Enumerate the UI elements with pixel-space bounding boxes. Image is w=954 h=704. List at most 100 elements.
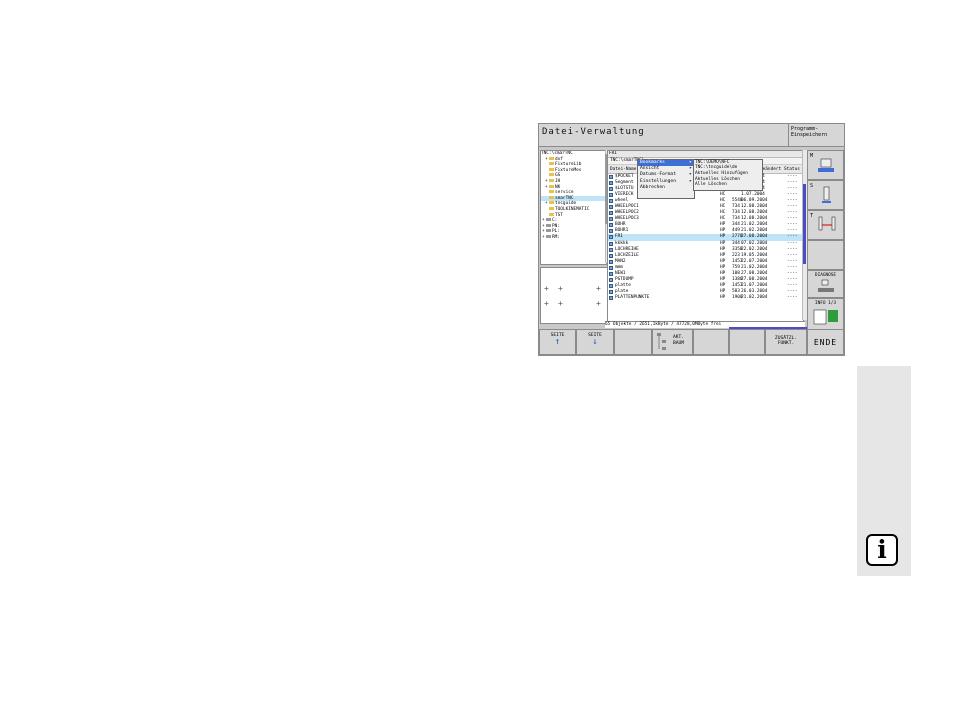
bookmark-item[interactable]: Alle Löschen [694,182,762,187]
folder-icon [549,173,554,177]
directory-tree[interactable]: TNC:\smarTNC + dxf FixtureLib FixtureMes GS +… [540,150,607,265]
side-key-m[interactable]: M [807,150,844,180]
file-type: HC [720,192,726,198]
file-type: HP [720,222,726,228]
file-size: 223 [732,252,740,258]
file-status: ---- [787,288,798,294]
context-menu-label: Bookmarks [640,160,665,165]
folder-icon [549,201,554,205]
folder-icon [549,190,554,194]
side-key-s[interactable]: S [807,180,844,210]
file-type: HP [720,234,726,240]
file-type: HP [720,228,726,234]
side-key-s-label: S [810,183,814,189]
side-key-t-label: T [810,213,814,219]
file-icon [609,289,613,294]
plus-icon: + [596,284,601,293]
tree-item-label: service [555,190,574,196]
tree-softkey[interactable]: AKT. BAUM [652,329,693,355]
folder-icon [549,195,554,199]
file-date: 12.08.2004 [741,216,768,222]
plus-icon: + [544,299,549,308]
file-icon [609,235,613,240]
tree-item[interactable]: + RM: [541,234,606,241]
softkey-empty-2[interactable] [693,329,729,355]
page-down-softkey[interactable]: SEITE ↓ [576,329,614,355]
file-type: HC [720,198,726,204]
file-icon [609,181,613,186]
context-menu-label: Datums-Format [640,172,676,178]
machine-icon [818,158,834,172]
file-size: 344 [732,240,740,246]
tree-item-label: JH [555,178,561,184]
spindle-icon [822,186,831,203]
file-name: WHEELPOC2 [615,210,639,216]
tree-item-label: PN: [552,223,560,229]
file-status: ---- [787,228,798,234]
file-icon [609,259,613,264]
bookmark-item[interactable]: TNC:\tncguide\de [694,165,762,170]
extra-label-2: FUNKT. [777,341,795,346]
file-icon [609,175,613,179]
file-date: 06.09.2004 [741,198,768,204]
mode-indicator: Programm- Einspeichern [788,124,844,147]
file-status: ---- [787,246,798,252]
file-name: VIERECK [615,192,634,198]
side-key-t[interactable]: T [807,210,844,240]
file-status: ---- [787,204,798,210]
file-date: 27.08.2004 [741,276,768,282]
file-icon [609,265,613,270]
side-key-empty[interactable] [807,240,844,270]
file-date: 22.07.2004 [741,258,768,264]
file-type: HC [720,216,726,222]
file-size: 734 [732,216,740,222]
extra-functions-softkey[interactable]: ZUSÄTZL. FUNKT. [765,329,807,355]
file-icon [609,253,613,258]
col-status[interactable]: Status [784,167,800,172]
folder-icon [549,184,554,188]
file-size: 449 [732,228,740,234]
softkey-empty-3[interactable] [729,329,765,355]
drive-icon [546,229,551,233]
page-up-softkey[interactable]: SEITE ↑ [539,329,576,355]
folder-icon [549,162,554,166]
file-list-scroll-thumb[interactable] [803,184,806,264]
file-row[interactable]: PLATTENPUNKTE HP 1900 21.02.2004 ---- [608,295,803,301]
context-menu-item[interactable]: Abbrechen [638,185,694,191]
info-key[interactable]: INFO 1/3 [807,298,844,330]
drive-icon [546,234,551,238]
file-name: Segment [615,180,634,186]
tree-item-label: dxf [555,156,563,162]
diagnose-key[interactable]: DIAGNOSE [807,270,844,298]
file-icon [609,277,613,282]
file-type: HP [720,276,726,282]
window-title: Datei-Verwaltung [539,124,788,147]
file-name: WHEELPOC3 [615,216,639,222]
file-name: mmm [615,264,623,270]
file-type: HP [720,252,726,258]
file-size: 344 [732,222,740,228]
side-key-m-label: M [810,153,814,159]
file-date: 1.07.2004 [741,192,765,198]
file-name: PGTDUMP [615,276,634,282]
col-changed[interactable]: Geändert [760,167,781,172]
file-status: ---- [787,216,798,222]
diagnose-icon [818,279,834,292]
file-status: ---- [787,282,798,288]
context-menu[interactable]: Bookmarks ▸ Ansicht ▸ Datums-Format ▸ Einstell… [637,159,695,199]
col-name[interactable]: Datei-Name [610,167,636,172]
file-type: HP [720,240,726,246]
preview-pane: + + + + + + [540,267,609,324]
tree-softkey-label: AKT. BAUM [673,335,684,347]
file-icon [609,229,613,234]
plus-icon: + [596,299,601,308]
file-date: 26.03.2004 [741,288,768,294]
end-softkey[interactable]: ENDE [807,329,844,355]
bookmarks-submenu[interactable]: TNC:\DEMO\NFC TNC:\tncguide\de Aktuelles H… [693,159,763,191]
tree-item-label: TOOLKINEMATIC [555,206,590,212]
control-screen: Datei-Verwaltung Programm- Einspeichern … [538,123,845,356]
file-status: ---- [787,270,798,276]
softkey-empty-1[interactable] [614,329,652,355]
file-date: 21.02.2004 [741,222,768,228]
file-icon [609,187,613,192]
